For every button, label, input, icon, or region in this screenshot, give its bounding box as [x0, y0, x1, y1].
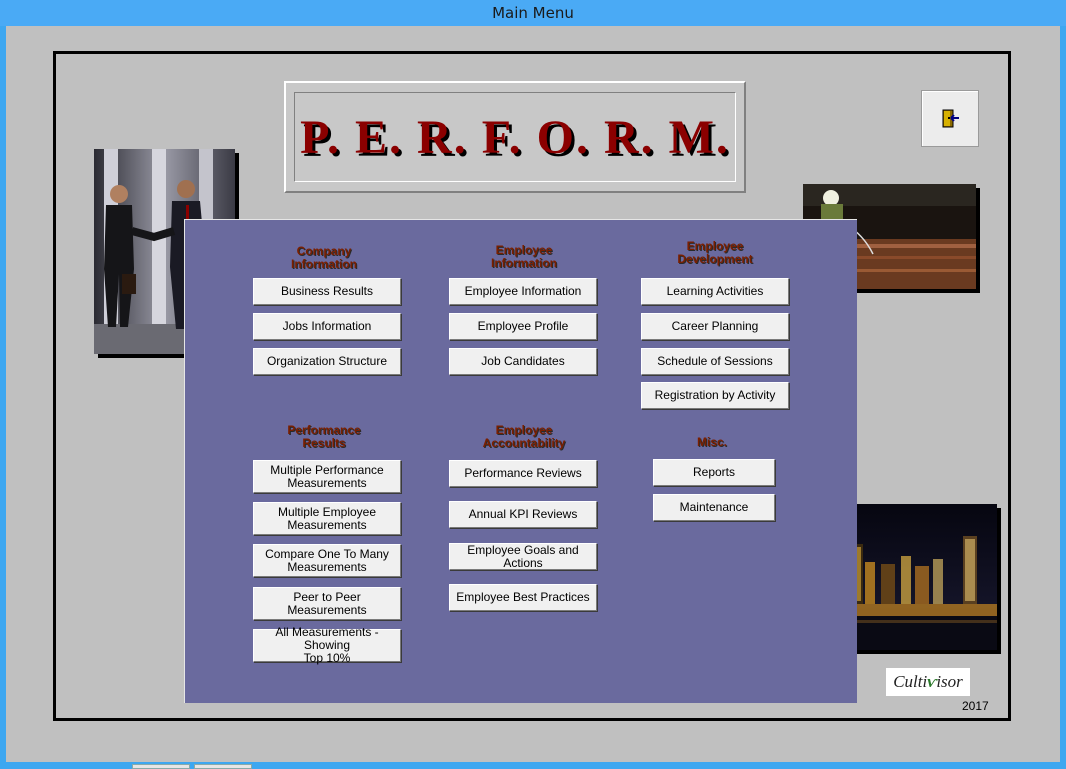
- employee-best-practices-button[interactable]: Employee Best Practices: [449, 584, 597, 611]
- employee-information-heading: Employee Information: [491, 243, 557, 270]
- registration-by-activity-button[interactable]: Registration by Activity: [641, 382, 789, 409]
- taskbar-tab[interactable]: [194, 764, 252, 769]
- multiple-employee-measurements-button[interactable]: Multiple Employee Measurements: [253, 502, 401, 535]
- app-title: P. E. R. F. O. R. M.: [300, 110, 730, 164]
- cultivisor-logo: Culti ⱱ isor: [886, 668, 970, 696]
- multiple-performance-measurements-button[interactable]: Multiple Performance Measurements: [253, 460, 401, 493]
- learning-activities-button[interactable]: Learning Activities: [641, 278, 789, 305]
- copyright-year: 2017: [962, 699, 989, 713]
- employee-information-button[interactable]: Employee Information: [449, 278, 597, 305]
- performance-results-heading: Performance Results: [287, 423, 361, 450]
- title-banner-inner: P. E. R. F. O. R. M.: [294, 92, 736, 182]
- schedule-of-sessions-button[interactable]: Schedule of Sessions: [641, 348, 789, 375]
- exit-button[interactable]: [921, 90, 979, 147]
- window-title: Main Menu: [492, 4, 574, 22]
- title-banner: P. E. R. F. O. R. M.: [284, 81, 746, 193]
- exit-door-icon: [942, 109, 959, 127]
- employee-accountability-heading: Employee Accountability: [482, 423, 566, 450]
- taskbar-tab[interactable]: [132, 764, 190, 769]
- employee-development-heading: Employee Development: [677, 239, 753, 266]
- career-planning-button[interactable]: Career Planning: [641, 313, 789, 340]
- business-results-button[interactable]: Business Results: [253, 278, 401, 305]
- all-measurements-top-10-button[interactable]: All Measurements - Showing Top 10%: [253, 626, 401, 665]
- window-titlebar[interactable]: Main Menu: [0, 0, 1066, 26]
- performance-reviews-button[interactable]: Performance Reviews: [449, 460, 597, 487]
- job-candidates-button[interactable]: Job Candidates: [449, 348, 597, 375]
- company-information-heading: Company Information: [291, 244, 357, 271]
- annual-kpi-reviews-button[interactable]: Annual KPI Reviews: [449, 501, 597, 528]
- reports-button[interactable]: Reports: [653, 459, 775, 486]
- jobs-information-button[interactable]: Jobs Information: [253, 313, 401, 340]
- employee-profile-button[interactable]: Employee Profile: [449, 313, 597, 340]
- compare-one-to-many-button[interactable]: Compare One To Many Measurements: [253, 544, 401, 577]
- employee-goals-and-actions-button[interactable]: Employee Goals and Actions: [449, 543, 597, 570]
- peer-to-peer-button[interactable]: Peer to Peer Measurements: [253, 587, 401, 620]
- misc-heading: Misc.: [696, 435, 727, 449]
- organization-structure-button[interactable]: Organization Structure: [253, 348, 401, 375]
- maintenance-button[interactable]: Maintenance: [653, 494, 775, 521]
